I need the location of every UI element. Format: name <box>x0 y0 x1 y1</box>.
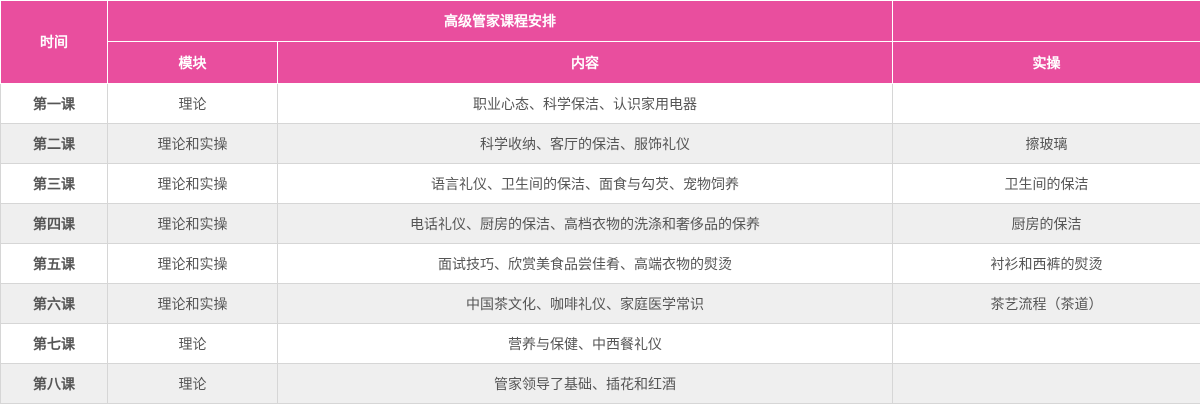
content-cell: 职业心态、科学保洁、认识家用电器 <box>277 83 893 124</box>
module-cell: 理论和实操 <box>107 203 278 244</box>
table-row: 第三课 理论和实操 语言礼仪、卫生间的保洁、面食与勾芡、宠物饲养 卫生间的保洁 <box>0 163 1200 204</box>
practice-cell: 擦玻璃 <box>892 123 1200 164</box>
table-row: 第四课 理论和实操 电话礼仪、厨房的保洁、高档衣物的洗涤和奢侈品的保养 厨房的保… <box>0 203 1200 244</box>
content-cell: 面试技巧、欣赏美食品尝佳肴、高端衣物的熨烫 <box>277 243 893 284</box>
lesson-cell: 第六课 <box>0 283 108 324</box>
lesson-cell: 第八课 <box>0 363 108 404</box>
table-row: 第五课 理论和实操 面试技巧、欣赏美食品尝佳肴、高端衣物的熨烫 衬衫和西裤的熨烫 <box>0 243 1200 284</box>
header-content: 内容 <box>277 41 893 84</box>
content-cell: 电话礼仪、厨房的保洁、高档衣物的洗涤和奢侈品的保养 <box>277 203 893 244</box>
practice-cell: 茶艺流程（茶道） <box>892 283 1200 324</box>
module-cell: 理论和实操 <box>107 243 278 284</box>
module-cell: 理论 <box>107 323 278 364</box>
module-cell: 理论和实操 <box>107 123 278 164</box>
module-cell: 理论和实操 <box>107 283 278 324</box>
table-row: 第一课 理论 职业心态、科学保洁、认识家用电器 <box>0 83 1200 124</box>
content-cell: 营养与保健、中西餐礼仪 <box>277 323 893 364</box>
practice-cell <box>892 363 1200 404</box>
lesson-cell: 第三课 <box>0 163 108 204</box>
lesson-cell: 第七课 <box>0 323 108 364</box>
practice-cell <box>892 83 1200 124</box>
header-time: 时间 <box>0 0 108 84</box>
content-cell: 管家领导了基础、插花和红酒 <box>277 363 893 404</box>
table-row: 第七课 理论 营养与保健、中西餐礼仪 <box>0 323 1200 364</box>
content-cell: 科学收纳、客厅的保洁、服饰礼仪 <box>277 123 893 164</box>
content-cell: 中国茶文化、咖啡礼仪、家庭医学常识 <box>277 283 893 324</box>
lesson-cell: 第一课 <box>0 83 108 124</box>
practice-cell: 厨房的保洁 <box>892 203 1200 244</box>
module-cell: 理论和实操 <box>107 163 278 204</box>
content-cell: 语言礼仪、卫生间的保洁、面食与勾芡、宠物饲养 <box>277 163 893 204</box>
header-practice: 实操 <box>892 41 1200 84</box>
lesson-cell: 第四课 <box>0 203 108 244</box>
header-course-title: 高级管家课程安排 <box>107 0 893 42</box>
header-blank <box>892 0 1200 42</box>
lesson-cell: 第二课 <box>0 123 108 164</box>
course-schedule-table: 时间 高级管家课程安排 模块 内容 实操 第一课 理论 职业心态、科学保洁、认识… <box>0 0 1200 404</box>
table-row: 第八课 理论 管家领导了基础、插花和红酒 <box>0 363 1200 404</box>
practice-cell <box>892 323 1200 364</box>
table-header: 时间 高级管家课程安排 模块 内容 实操 <box>0 0 1200 84</box>
course-schedule: 时间 高级管家课程安排 模块 内容 实操 第一课 理论 职业心态、科学保洁、认识… <box>0 0 1200 413</box>
lesson-cell: 第五课 <box>0 243 108 284</box>
table-row: 第二课 理论和实操 科学收纳、客厅的保洁、服饰礼仪 擦玻璃 <box>0 123 1200 164</box>
table-row: 第六课 理论和实操 中国茶文化、咖啡礼仪、家庭医学常识 茶艺流程（茶道） <box>0 283 1200 324</box>
module-cell: 理论 <box>107 83 278 124</box>
header-module: 模块 <box>107 41 278 84</box>
table-body: 第一课 理论 职业心态、科学保洁、认识家用电器 第二课 理论和实操 科学收纳、客… <box>0 83 1200 404</box>
practice-cell: 卫生间的保洁 <box>892 163 1200 204</box>
module-cell: 理论 <box>107 363 278 404</box>
practice-cell: 衬衫和西裤的熨烫 <box>892 243 1200 284</box>
